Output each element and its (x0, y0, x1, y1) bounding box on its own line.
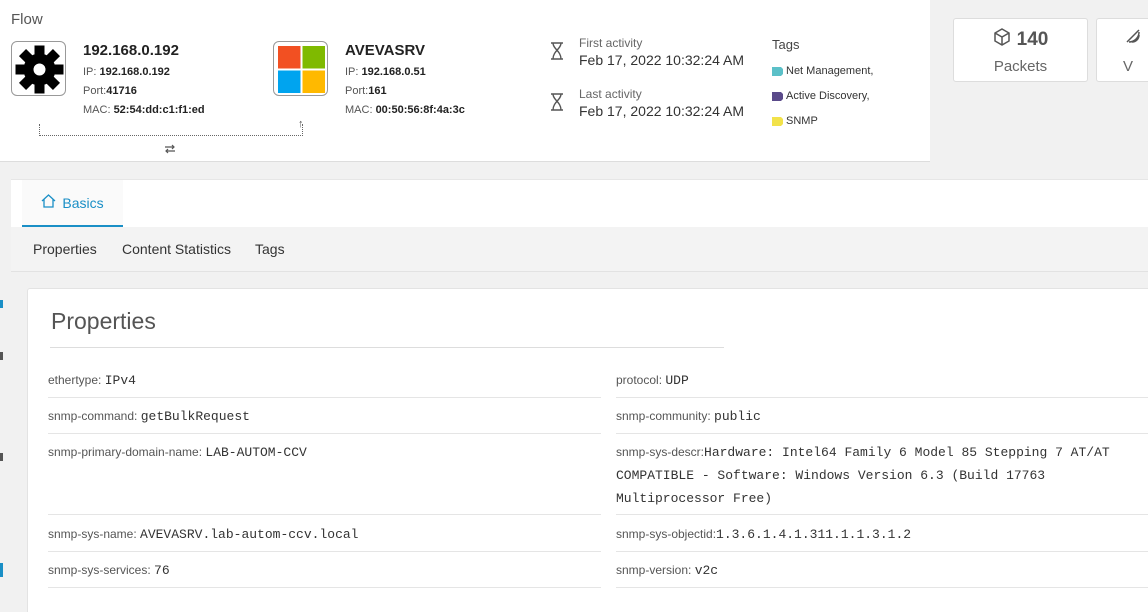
flow-title: Flow (11, 11, 43, 28)
divider (48, 433, 601, 434)
first-activity-label: First activity (579, 36, 643, 50)
left-edge-mark (0, 453, 3, 461)
tag-icon (772, 66, 783, 76)
prop-snmp-sys-descr: snmp-sys-descr:Hardware: Intel64 Family … (616, 445, 1110, 506)
tags-title: Tags (772, 37, 800, 52)
tag-snmp[interactable]: SNMP (772, 115, 818, 127)
destination-mac: MAC: 00:50:56:8f:4a:3c (345, 104, 465, 116)
tab-basics[interactable]: Basics (22, 180, 123, 227)
destination-ip: IP: 192.168.0.51 (345, 66, 426, 78)
last-activity-value: Feb 17, 2022 10:32:24 AM (579, 103, 745, 119)
destination-host-name[interactable]: AVEVASRV (345, 42, 425, 59)
second-stat-label: V (1123, 58, 1134, 75)
prop-ethertype: ethertype: IPv4 (48, 373, 136, 388)
source-host-name[interactable]: 192.168.0.192 (83, 42, 179, 59)
source-port: Port:41716 (83, 85, 137, 97)
divider (48, 397, 601, 398)
signal-icon (1125, 28, 1141, 50)
hourglass-icon (549, 42, 565, 60)
subnav-bar: Properties Content Statistics Tags (11, 227, 1148, 272)
divider (48, 514, 601, 515)
properties-card: Properties ethertype: IPv4 snmp-command:… (27, 288, 1148, 612)
prop-snmp-version: snmp-version: v2c (616, 563, 719, 578)
source-mac: MAC: 52:54:dd:c1:f1:ed (83, 104, 205, 116)
packets-label: Packets (993, 58, 1048, 75)
second-stat-card[interactable]: V (1096, 18, 1148, 82)
divider (50, 347, 724, 348)
divider (48, 551, 601, 552)
tag-icon (772, 116, 783, 126)
home-icon (41, 194, 56, 211)
prop-snmp-sys-name: snmp-sys-name: AVEVASRV.lab-autom-ccv.lo… (48, 527, 359, 542)
divider (48, 587, 601, 588)
tag-net-management[interactable]: Net Management, (772, 65, 873, 77)
swap-icon[interactable] (163, 142, 177, 156)
prop-snmp-sys-objectid: snmp-sys-objectid:1.3.6.1.4.1.311.1.1.3.… (616, 527, 912, 542)
subnav-content-statistics[interactable]: Content Statistics (122, 241, 231, 257)
prop-snmp-primary-domain-name: snmp-primary-domain-name: LAB-AUTOM-CCV (48, 445, 307, 460)
first-activity-value: Feb 17, 2022 10:32:24 AM (579, 52, 745, 68)
divider (616, 433, 1148, 434)
windows-logo-icon (273, 41, 328, 96)
packets-count: 140 (1016, 29, 1049, 50)
source-ip: IP: 192.168.0.192 (83, 66, 170, 78)
flow-header-card: Flow 192.168.0.192 IP: 192.168.0.192 Por… (0, 0, 930, 162)
hourglass-icon (549, 93, 565, 111)
divider (616, 551, 1148, 552)
left-edge-mark (0, 352, 3, 360)
properties-title: Properties (51, 308, 156, 334)
divider (616, 397, 1148, 398)
cube-icon (993, 28, 1011, 52)
connection-line (39, 124, 303, 136)
tab-basics-label: Basics (62, 194, 104, 211)
tag-icon (772, 91, 783, 101)
divider (616, 587, 1148, 588)
tag-active-discovery[interactable]: Active Discovery, (772, 90, 870, 102)
prop-snmp-community: snmp-community: public (616, 409, 761, 424)
prop-snmp-sys-services: snmp-sys-services: 76 (48, 563, 170, 578)
divider (616, 514, 1148, 515)
last-activity-label: Last activity (579, 87, 642, 101)
left-edge-mark (0, 300, 3, 308)
gear-icon (11, 41, 66, 96)
tabs-bar: Basics (11, 179, 1148, 227)
prop-snmp-command: snmp-command: getBulkRequest (48, 409, 250, 424)
left-edge-mark (0, 563, 3, 577)
subnav-properties[interactable]: Properties (33, 241, 97, 257)
prop-protocol: protocol: UDP (616, 373, 689, 388)
destination-port: Port:161 (345, 85, 387, 97)
packets-stat-card[interactable]: 140 Packets (953, 18, 1088, 82)
arrow-up-icon: ↑ (298, 118, 304, 130)
subnav-tags[interactable]: Tags (255, 241, 285, 257)
